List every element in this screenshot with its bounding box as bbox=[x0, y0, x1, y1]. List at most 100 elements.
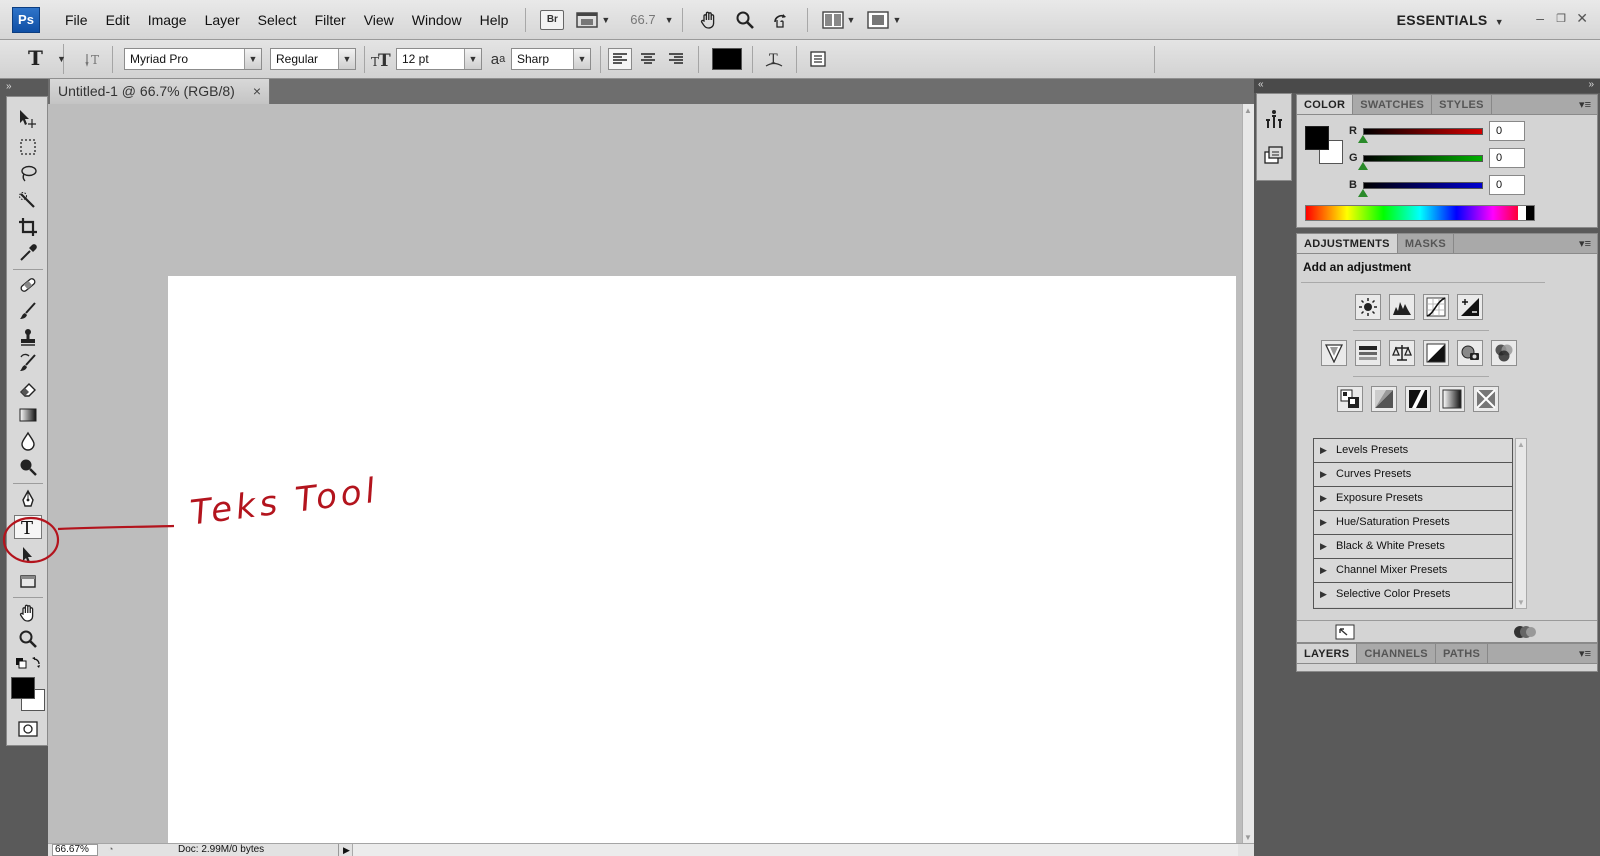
menu-filter[interactable]: Filter bbox=[306, 12, 355, 28]
gradient-tool[interactable] bbox=[14, 403, 42, 427]
tab-paths[interactable]: PATHS bbox=[1436, 644, 1489, 663]
zoom-level-field[interactable]: 66.7 bbox=[630, 12, 655, 27]
menu-help[interactable]: Help bbox=[471, 12, 518, 28]
tab-color[interactable]: COLOR bbox=[1297, 95, 1354, 114]
rectangle-tool[interactable] bbox=[14, 569, 42, 593]
channel-mixer-button[interactable] bbox=[1491, 340, 1517, 366]
minimize-button[interactable]: – bbox=[1536, 10, 1544, 26]
list-item[interactable]: ▶ Selective Color Presets bbox=[1314, 583, 1512, 607]
status-info-icon[interactable]: ◔ bbox=[108, 844, 113, 854]
green-value-field[interactable]: 0 bbox=[1489, 148, 1525, 168]
photo-filter-button[interactable] bbox=[1457, 340, 1483, 366]
menu-window[interactable]: Window bbox=[403, 12, 471, 28]
hand-tool-button[interactable] bbox=[697, 8, 721, 32]
arrange-documents-button[interactable]: ▼ bbox=[821, 8, 855, 32]
warp-text-button[interactable]: T bbox=[762, 48, 786, 70]
bridge-button[interactable]: Br bbox=[540, 9, 565, 30]
menu-layer[interactable]: Layer bbox=[196, 12, 249, 28]
font-size-select[interactable]: 12 pt ▼ bbox=[396, 48, 482, 70]
text-orientation-button[interactable]: T bbox=[82, 48, 106, 70]
brightness-contrast-button[interactable] bbox=[1355, 294, 1381, 320]
exposure-button[interactable] bbox=[1457, 294, 1483, 320]
pen-tool[interactable] bbox=[14, 487, 42, 511]
selective-color-button[interactable] bbox=[1473, 386, 1499, 412]
posterize-button[interactable] bbox=[1371, 386, 1397, 412]
eraser-tool[interactable] bbox=[14, 377, 42, 401]
expand-dock-icon[interactable]: » bbox=[1588, 79, 1594, 90]
status-zoom-field[interactable]: 66.67% bbox=[52, 844, 98, 856]
history-brush-tool[interactable] bbox=[14, 351, 42, 375]
levels-button[interactable] bbox=[1389, 294, 1415, 320]
dodge-tool[interactable] bbox=[14, 455, 42, 479]
green-slider[interactable] bbox=[1363, 155, 1483, 162]
font-family-select[interactable]: Myriad Pro ▼ bbox=[124, 48, 262, 70]
vertical-scrollbar[interactable]: ▲ ▼ bbox=[1242, 104, 1254, 844]
foreground-color-swatch[interactable] bbox=[11, 677, 35, 699]
rotate-view-button[interactable] bbox=[769, 8, 793, 32]
hand-tool[interactable] bbox=[14, 601, 42, 625]
tool-preset-picker[interactable]: T ▼ bbox=[8, 44, 66, 74]
red-slider[interactable] bbox=[1363, 128, 1483, 135]
brush-tool[interactable] bbox=[14, 299, 42, 323]
color-spectrum-bar[interactable] bbox=[1305, 205, 1535, 221]
expand-panels-icon[interactable]: » bbox=[6, 81, 12, 92]
blue-slider[interactable] bbox=[1363, 182, 1483, 189]
scroll-up-icon[interactable]: ▲ bbox=[1517, 440, 1525, 449]
healing-brush-tool[interactable] bbox=[14, 273, 42, 297]
red-value-field[interactable]: 0 bbox=[1489, 121, 1525, 141]
threshold-button[interactable] bbox=[1405, 386, 1431, 412]
mini-bridge-button[interactable]: ▼ bbox=[576, 8, 610, 32]
font-style-select[interactable]: Regular ▼ bbox=[270, 48, 356, 70]
tab-channels[interactable]: CHANNELS bbox=[1357, 644, 1436, 663]
spectrum-white-end[interactable] bbox=[1518, 206, 1526, 220]
blue-value-field[interactable]: 0 bbox=[1489, 175, 1525, 195]
crop-tool[interactable] bbox=[14, 215, 42, 239]
black-white-button[interactable] bbox=[1423, 340, 1449, 366]
gradient-map-button[interactable] bbox=[1439, 386, 1465, 412]
screen-mode-button[interactable]: ▼ bbox=[867, 8, 901, 32]
panel-menu-icon[interactable]: ▾≡ bbox=[1579, 647, 1591, 660]
color-balance-button[interactable] bbox=[1389, 340, 1415, 366]
zoom-tool[interactable] bbox=[14, 627, 42, 651]
tab-styles[interactable]: STYLES bbox=[1432, 95, 1492, 114]
type-tool[interactable]: T bbox=[14, 515, 42, 539]
red-slider-handle[interactable] bbox=[1358, 135, 1368, 143]
panel-menu-icon[interactable]: ▾≡ bbox=[1579, 98, 1591, 111]
scroll-up-icon[interactable]: ▲ bbox=[1244, 106, 1252, 115]
marquee-tool[interactable] bbox=[14, 135, 42, 159]
move-tool[interactable] bbox=[14, 107, 42, 131]
antialias-select[interactable]: Sharp ▼ bbox=[511, 48, 591, 70]
foreground-color-swatch[interactable] bbox=[1305, 126, 1329, 150]
close-icon[interactable]: × bbox=[253, 79, 261, 103]
swap-colors-button[interactable] bbox=[14, 655, 42, 671]
tab-adjustments[interactable]: ADJUSTMENTS bbox=[1297, 234, 1398, 253]
collapse-dock-icon[interactable]: « bbox=[1258, 79, 1264, 90]
lasso-tool[interactable] bbox=[14, 161, 42, 185]
list-item[interactable]: ▶ Hue/Saturation Presets bbox=[1314, 511, 1512, 535]
layer-mask-button[interactable] bbox=[1513, 624, 1537, 643]
quick-selection-tool[interactable] bbox=[14, 189, 42, 213]
green-slider-handle[interactable] bbox=[1358, 162, 1368, 170]
list-item[interactable]: ▶ Curves Presets bbox=[1314, 463, 1512, 487]
menu-file[interactable]: File bbox=[56, 12, 97, 28]
return-to-list-button[interactable] bbox=[1335, 624, 1355, 643]
spectrum-black-end[interactable] bbox=[1526, 206, 1534, 220]
chevron-down-icon[interactable]: ▼ bbox=[665, 15, 674, 25]
quick-mask-button[interactable] bbox=[14, 717, 42, 741]
presets-scrollbar[interactable]: ▲ ▼ bbox=[1515, 438, 1527, 609]
close-button[interactable]: ✕ bbox=[1576, 10, 1588, 27]
menu-select[interactable]: Select bbox=[249, 12, 306, 28]
list-item[interactable]: ▶ Black & White Presets bbox=[1314, 535, 1512, 559]
workspace-switcher[interactable]: ESSENTIALS ▼ bbox=[1397, 12, 1504, 28]
list-item[interactable]: ▶ Channel Mixer Presets bbox=[1314, 559, 1512, 583]
scroll-down-icon[interactable]: ▼ bbox=[1244, 833, 1252, 842]
invert-button[interactable] bbox=[1337, 386, 1363, 412]
brush-presets-button[interactable] bbox=[1263, 108, 1285, 133]
align-left-button[interactable] bbox=[608, 48, 632, 70]
scroll-down-icon[interactable]: ▼ bbox=[1517, 598, 1525, 607]
list-item[interactable]: ▶ Exposure Presets bbox=[1314, 487, 1512, 511]
blur-tool[interactable] bbox=[14, 429, 42, 453]
align-center-button[interactable] bbox=[636, 48, 660, 70]
list-item[interactable]: ▶ Levels Presets bbox=[1314, 439, 1512, 463]
document-canvas[interactable] bbox=[168, 276, 1236, 856]
